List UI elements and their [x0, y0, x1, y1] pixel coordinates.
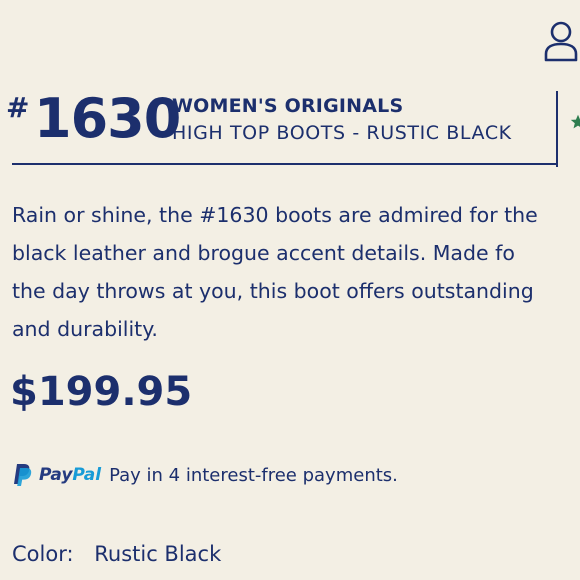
model-hash-symbol: #: [6, 91, 30, 124]
header-underline-divider: [12, 163, 557, 165]
color-selection: Color: Rustic Black: [12, 542, 221, 566]
color-value: Rustic Black: [94, 542, 222, 566]
paypal-message: Pay in 4 interest-free payments.: [109, 464, 398, 486]
rating-star-icon[interactable]: [570, 114, 580, 130]
color-label: Color:: [12, 542, 74, 566]
model-number: 1630: [34, 87, 181, 150]
description-line: black leather and brogue accent details.…: [12, 241, 515, 265]
account-user-icon[interactable]: [540, 20, 578, 62]
product-header: # 1630 WOMEN'S ORIGINALS HIGH TOP BOOTS …: [0, 88, 580, 168]
product-name: HIGH TOP BOOTS - RUSTIC BLACK: [172, 122, 512, 144]
collection-name: WOMEN'S ORIGINALS: [172, 95, 404, 117]
paypal-installments[interactable]: PayPal Pay in 4 interest-free payments.: [12, 460, 398, 490]
product-description: Rain or shine, the #1630 boots are admir…: [12, 196, 580, 348]
paypal-icon: [14, 464, 32, 486]
description-line: the day throws at you, this boot offers …: [12, 279, 534, 303]
paypal-logo-text: PayPal: [39, 465, 102, 485]
description-line: Rain or shine, the #1630 boots are admir…: [12, 203, 538, 227]
description-line: and durability.: [12, 317, 158, 341]
header-vertical-divider: [556, 91, 558, 167]
product-price: $199.95: [10, 369, 193, 415]
